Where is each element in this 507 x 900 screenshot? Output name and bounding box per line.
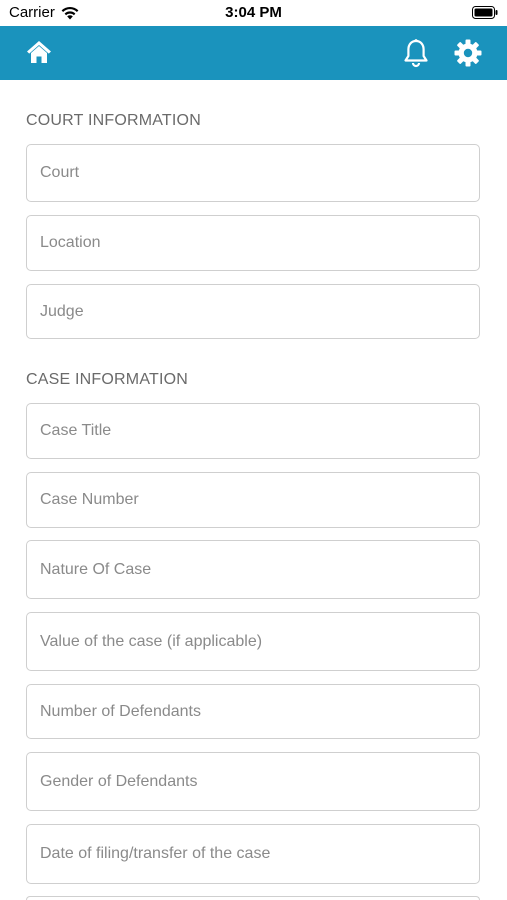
next-field-partial[interactable] <box>26 896 480 900</box>
nature-of-case-placeholder: Nature Of Case <box>40 560 152 578</box>
location-field[interactable]: Location <box>26 215 480 271</box>
number-of-defendants-field[interactable]: Number of Defendants <box>26 684 480 739</box>
date-of-filing-placeholder: Date of filing/transfer of the case <box>40 845 271 862</box>
case-title-field[interactable]: Case Title <box>26 403 480 459</box>
status-time: 3:04 PM <box>225 4 282 21</box>
home-icon[interactable] <box>26 39 52 65</box>
bell-icon[interactable] <box>402 38 430 68</box>
judge-field[interactable]: Judge <box>26 284 480 339</box>
case-value-field[interactable]: Value of the case (if applicable) <box>26 612 480 671</box>
case-information-heading: CASE INFORMATION <box>26 371 189 388</box>
app-bar <box>0 26 507 80</box>
status-bar: Carrier 3:04 PM <box>0 0 507 26</box>
gender-of-defendants-field[interactable]: Gender of Defendants <box>26 752 480 811</box>
court-field[interactable]: Court <box>26 144 480 202</box>
location-field-placeholder: Location <box>40 234 101 251</box>
case-number-field[interactable]: Case Number <box>26 472 480 528</box>
judge-field-placeholder: Judge <box>40 302 84 320</box>
date-of-filing-field[interactable]: Date of filing/transfer of the case <box>26 824 480 884</box>
gear-icon[interactable] <box>453 38 483 68</box>
number-of-defendants-placeholder: Number of Defendants <box>40 702 201 720</box>
case-value-placeholder: Value of the case (if applicable) <box>40 632 263 650</box>
case-title-placeholder: Case Title <box>40 422 112 439</box>
gender-of-defendants-placeholder: Gender of Defendants <box>40 772 198 790</box>
nature-of-case-field[interactable]: Nature Of Case <box>26 540 480 599</box>
battery-icon <box>472 6 498 19</box>
court-information-heading: COURT INFORMATION <box>26 112 201 129</box>
case-number-placeholder: Case Number <box>40 491 139 508</box>
court-field-placeholder: Court <box>40 164 80 181</box>
